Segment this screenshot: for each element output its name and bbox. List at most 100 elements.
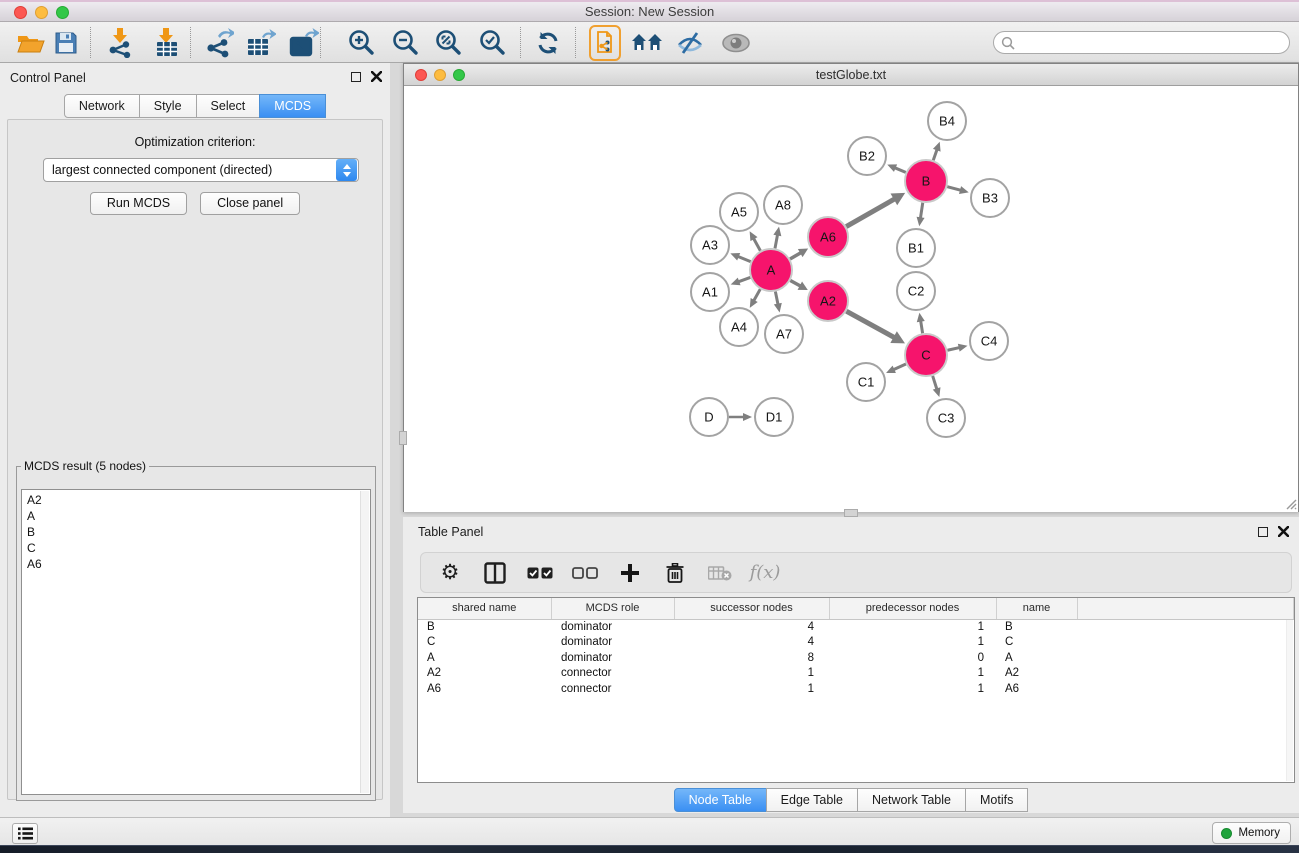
cell-successor-nodes[interactable]: 8	[674, 650, 829, 666]
table-row[interactable]: A6 connector 1 1 A6	[418, 681, 1294, 697]
cell-name[interactable]: A6	[996, 681, 1077, 697]
import-network-icon[interactable]	[104, 26, 138, 60]
tab-motifs[interactable]: Motifs	[965, 788, 1028, 812]
select-all-columns-icon[interactable]	[527, 560, 553, 586]
cell-mcds-role[interactable]: dominator	[551, 650, 674, 666]
network-edge-C-C2[interactable]	[920, 320, 922, 334]
task-history-button[interactable]	[12, 823, 38, 844]
horizontal-splitter-grip[interactable]	[844, 509, 858, 517]
mcds-result-item[interactable]: A6	[27, 556, 370, 572]
cell-name[interactable]: A	[996, 650, 1077, 666]
cell-predecessor-nodes[interactable]: 1	[829, 666, 996, 682]
select-stepper[interactable]	[336, 159, 357, 181]
close-panel-button[interactable]: Close panel	[200, 192, 300, 215]
cell-mcds-role[interactable]: dominator	[551, 635, 674, 651]
float-table-panel-icon[interactable]	[1258, 527, 1268, 537]
cell-shared-name[interactable]: A6	[418, 681, 551, 697]
tab-node-table[interactable]: Node Table	[674, 788, 767, 812]
cell-shared-name[interactable]: A2	[418, 666, 551, 682]
show-details-eye-icon[interactable]	[719, 26, 753, 60]
float-panel-icon[interactable]	[351, 72, 361, 82]
cell-shared-name[interactable]: A	[418, 650, 551, 666]
network-edge-C-C1[interactable]	[892, 364, 905, 370]
add-column-plus-icon[interactable]	[617, 560, 643, 586]
network-edge-A-A1[interactable]	[737, 277, 750, 282]
column-header[interactable]: MCDS role	[551, 598, 674, 619]
column-header[interactable]: successor nodes	[674, 598, 829, 619]
tab-mcds[interactable]: MCDS	[259, 94, 326, 118]
minimize-view-button[interactable]	[434, 69, 446, 81]
mcds-result-item[interactable]: A	[27, 508, 370, 524]
result-list-scrollbar[interactable]	[360, 491, 369, 793]
network-edge-A-A3[interactable]	[737, 256, 751, 262]
column-manager-icon[interactable]	[482, 560, 508, 586]
minimize-window-button[interactable]	[35, 6, 48, 19]
table-row[interactable]: A2 connector 1 1 A2	[418, 666, 1294, 682]
table-row[interactable]: A dominator 8 0 A	[418, 650, 1294, 666]
save-session-icon[interactable]	[49, 26, 83, 60]
table-scrollbar[interactable]	[1286, 620, 1293, 781]
cell-name[interactable]: A2	[996, 666, 1077, 682]
zoom-selected-icon[interactable]	[475, 26, 509, 60]
network-edge-A-A7[interactable]	[775, 292, 778, 306]
network-edge-A-A8[interactable]	[775, 234, 778, 249]
network-edge-A-A6[interactable]	[790, 252, 802, 259]
cell-predecessor-nodes[interactable]: 1	[829, 635, 996, 651]
cell-mcds-role[interactable]: connector	[551, 666, 674, 682]
tab-network-table[interactable]: Network Table	[857, 788, 966, 812]
refresh-icon[interactable]	[531, 26, 565, 60]
close-window-button[interactable]	[14, 6, 27, 19]
zoom-window-button[interactable]	[56, 6, 69, 19]
tab-select[interactable]: Select	[196, 94, 261, 118]
cell-mcds-role[interactable]: dominator	[551, 619, 674, 635]
export-image-icon[interactable]	[287, 26, 321, 60]
column-header[interactable]: shared name	[418, 598, 551, 619]
network-edge-A6-B[interactable]	[846, 198, 895, 226]
zoom-view-button[interactable]	[453, 69, 465, 81]
cell-successor-nodes[interactable]: 1	[674, 681, 829, 697]
cell-predecessor-nodes[interactable]: 0	[829, 650, 996, 666]
network-edge-B-B1[interactable]	[920, 203, 922, 220]
network-edge-A-A5[interactable]	[753, 237, 760, 250]
unselect-all-columns-icon[interactable]	[572, 560, 598, 586]
open-file-icon[interactable]	[14, 26, 48, 60]
search-input[interactable]	[1019, 34, 1289, 52]
cell-predecessor-nodes[interactable]: 1	[829, 619, 996, 635]
cell-predecessor-nodes[interactable]: 1	[829, 681, 996, 697]
export-table-icon[interactable]	[244, 26, 278, 60]
network-edge-C-C3[interactable]	[933, 376, 938, 390]
network-edge-C-C4[interactable]	[947, 347, 960, 350]
style-preview-icon[interactable]	[673, 26, 707, 60]
tab-style[interactable]: Style	[139, 94, 197, 118]
mcds-result-list[interactable]: A2 A B C A6	[21, 489, 371, 795]
zoom-out-icon[interactable]	[388, 26, 422, 60]
column-header[interactable]: name	[996, 598, 1077, 619]
cell-shared-name[interactable]: B	[418, 619, 551, 635]
delete-columns-trash-icon[interactable]	[662, 560, 688, 586]
close-view-button[interactable]	[415, 69, 427, 81]
network-edge-A-A4[interactable]	[753, 289, 760, 302]
table-options-gear-icon[interactable]: ⚙	[437, 560, 463, 586]
window-resize-grip[interactable]	[1285, 498, 1297, 510]
tab-network[interactable]: Network	[64, 94, 140, 118]
delete-table-icon[interactable]	[707, 560, 733, 586]
optimization-criterion-select[interactable]: largest connected component (directed)	[43, 158, 359, 182]
table-row[interactable]: C dominator 4 1 C	[418, 635, 1294, 651]
cell-successor-nodes[interactable]: 4	[674, 619, 829, 635]
function-builder-icon[interactable]: f(x)	[752, 560, 778, 586]
mcds-result-item[interactable]: C	[27, 540, 370, 556]
cell-name[interactable]: C	[996, 635, 1077, 651]
zoom-fit-icon[interactable]	[431, 26, 465, 60]
cell-name[interactable]: B	[996, 619, 1077, 635]
import-table-icon[interactable]	[150, 26, 184, 60]
memory-button[interactable]: Memory	[1212, 822, 1291, 844]
share-document-icon[interactable]	[588, 26, 622, 60]
close-panel-icon[interactable]	[371, 71, 382, 82]
column-header[interactable]: predecessor nodes	[829, 598, 996, 619]
table-row[interactable]: B dominator 4 1 B	[418, 619, 1294, 635]
network-window-titlebar[interactable]: testGlobe.txt	[404, 64, 1298, 86]
cell-successor-nodes[interactable]: 1	[674, 666, 829, 682]
close-table-panel-icon[interactable]	[1278, 526, 1289, 537]
home-views-icon[interactable]	[630, 26, 664, 60]
run-mcds-button[interactable]: Run MCDS	[90, 192, 187, 215]
